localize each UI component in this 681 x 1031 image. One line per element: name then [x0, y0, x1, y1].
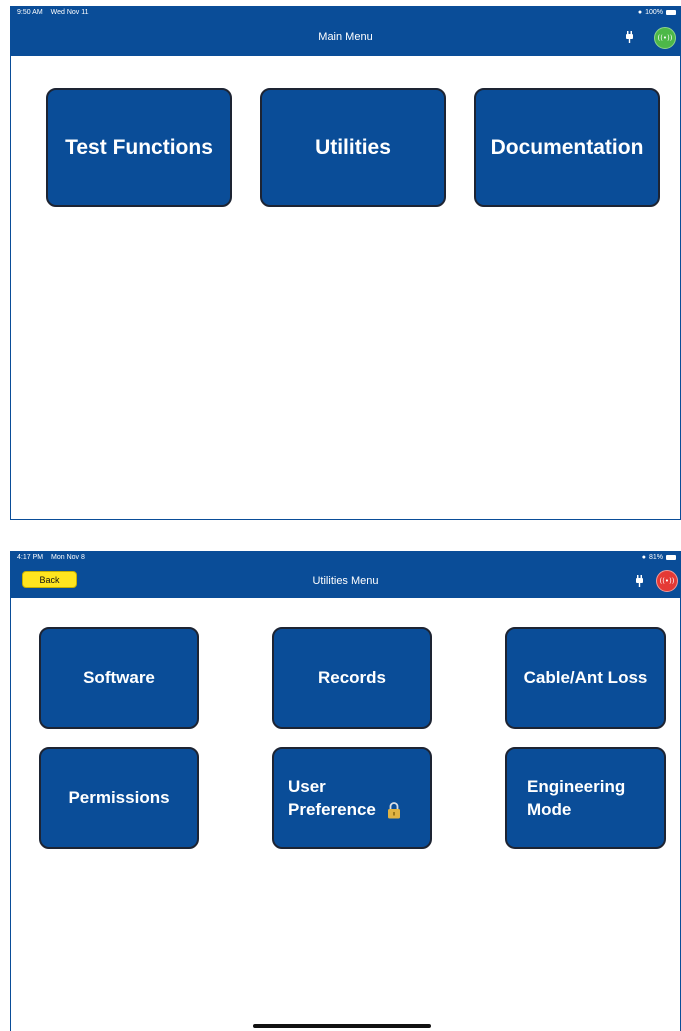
- status-time: 9:50 AM: [17, 9, 43, 16]
- navigation-bar: Utilities Menu Back ((•)): [11, 563, 680, 598]
- status-bar: 4:17 PM Mon Nov 8 ● 81%: [11, 552, 680, 563]
- status-date: Wed Nov 11: [50, 9, 89, 16]
- main-menu-screen: 9:50 AM Wed Nov 11 ● 100% Main Menu ((•)…: [10, 6, 681, 520]
- tile-label: Permissions: [68, 788, 170, 807]
- tile-label-line1: User: [288, 777, 326, 796]
- tile-label-line2: Mode: [527, 800, 572, 819]
- software-button[interactable]: Software: [39, 627, 199, 729]
- user-preference-button[interactable]: User Preference: [272, 747, 432, 849]
- tile-label: Test Functions: [65, 135, 213, 159]
- home-indicator[interactable]: [253, 1024, 431, 1028]
- tile-label: Utilities: [315, 135, 391, 159]
- page-title: Main Menu: [318, 31, 373, 43]
- utilities-button[interactable]: Utilities: [260, 88, 446, 207]
- tile-label: Cable/Ant Loss: [523, 668, 648, 687]
- battery-icon: [666, 10, 676, 15]
- tile-label: Records: [317, 668, 387, 687]
- documentation-button[interactable]: Documentation: [474, 88, 660, 207]
- battery-percentage: 100%: [645, 9, 663, 16]
- status-time: 4:17 PM: [17, 554, 44, 561]
- connection-status-icon[interactable]: ((•)): [656, 570, 678, 592]
- plug-icon: [626, 31, 633, 43]
- wifi-icon: ●: [637, 9, 643, 16]
- status-date: Mon Nov 8: [51, 554, 85, 561]
- navigation-bar: Main Menu ((•)): [11, 18, 680, 56]
- back-button[interactable]: Back: [22, 571, 77, 588]
- cable-ant-loss-button[interactable]: Cable/Ant Loss: [505, 627, 666, 729]
- battery-percentage: 81%: [648, 554, 663, 561]
- wifi-icon: ●: [641, 554, 646, 561]
- utilities-menu-screen: 4:17 PM Mon Nov 8 ● 81% Utilities Menu B…: [10, 551, 681, 1031]
- records-button[interactable]: Records: [272, 627, 432, 729]
- page-title: Utilities Menu: [312, 574, 379, 587]
- tile-label: Documentation: [490, 135, 644, 159]
- permissions-button[interactable]: Permissions: [39, 747, 199, 849]
- tile-label-line2: Preference: [288, 800, 376, 819]
- lock-icon: [387, 802, 400, 819]
- tile-label: Software: [83, 668, 155, 687]
- engineering-mode-button[interactable]: Engineering Mode: [505, 747, 666, 849]
- connection-status-icon[interactable]: ((•)): [654, 27, 676, 49]
- battery-icon: [666, 555, 676, 560]
- status-bar: 9:50 AM Wed Nov 11 ● 100%: [11, 7, 680, 18]
- test-functions-button[interactable]: Test Functions: [46, 88, 232, 207]
- tile-label-line1: Engineering: [527, 777, 626, 796]
- plug-icon: [636, 575, 643, 587]
